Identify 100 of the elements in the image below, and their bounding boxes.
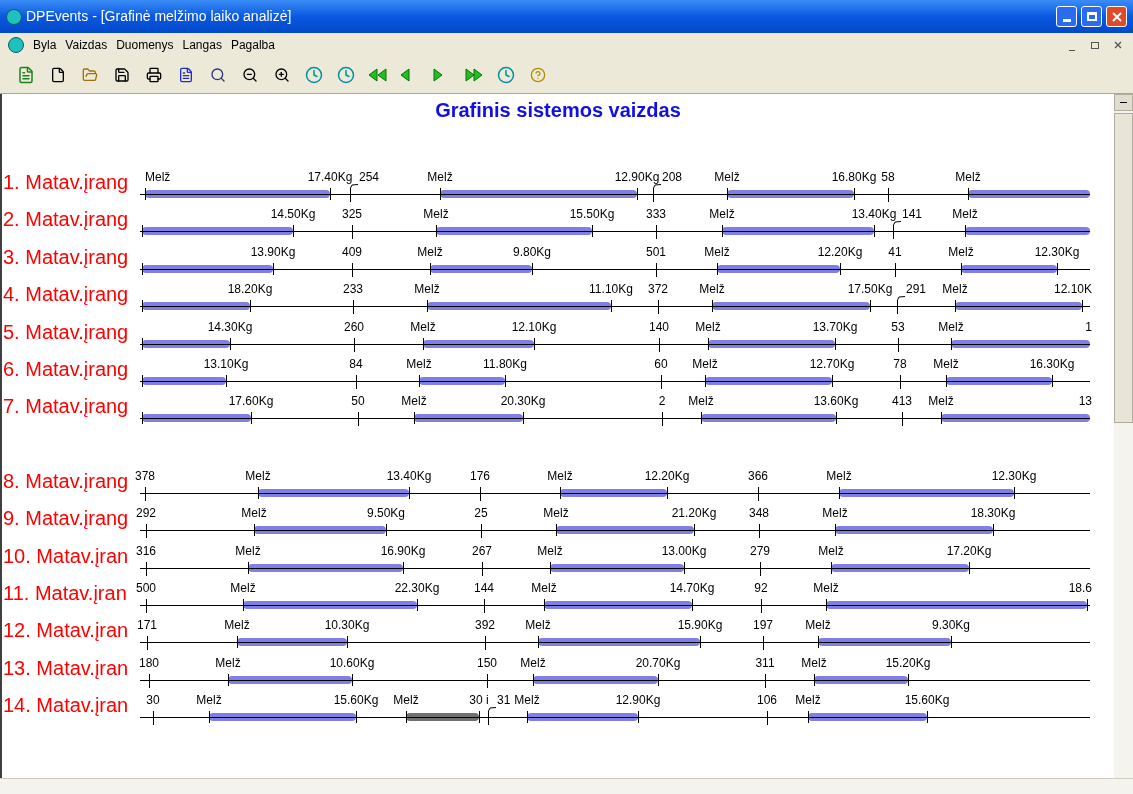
- device-label: 1. Matav.įrang: [2, 170, 130, 195]
- timeline-label: Melž: [414, 283, 440, 297]
- device-label: 4. Matav.įrang: [2, 282, 130, 308]
- timeline-label: 12.30Kg: [991, 469, 1037, 483]
- timeline-label: 15.20Kg: [885, 656, 931, 670]
- timeline-label: 140: [649, 320, 669, 334]
- menu-item[interactable]: Byla: [33, 36, 57, 54]
- timeline-label: Melž: [952, 208, 978, 222]
- timeline-label: 12.20Kg: [644, 469, 690, 483]
- timeline-label: 141: [902, 208, 923, 222]
- timeline-label: 292: [136, 507, 156, 521]
- leader-line: [897, 296, 905, 301]
- timeline-label: 12.70Kg: [809, 357, 855, 371]
- timeline-label: 176: [470, 469, 490, 483]
- timeline-label: 16.80Kg: [831, 171, 877, 184]
- timeline-label: 13.40Kg: [386, 469, 432, 483]
- timeline-label: 325: [342, 208, 362, 222]
- minimize-button[interactable]: [1056, 6, 1077, 27]
- timeline-label: 30: [146, 694, 160, 708]
- vertical-scrollbar[interactable]: [1114, 94, 1133, 778]
- device-label: 2. Matav.įrang: [2, 207, 130, 233]
- menu-item[interactable]: Duomenys: [116, 36, 174, 54]
- timeline-label: 41: [888, 245, 902, 259]
- timeline-label: Melž: [818, 544, 844, 558]
- timeline-label: Melž: [537, 544, 563, 558]
- timeline-label: Melž: [423, 208, 449, 222]
- device-label: 7. Matav.įrang: [2, 394, 130, 420]
- timeline-label: 197: [753, 619, 773, 633]
- device-label: 6. Matav.įrang: [2, 356, 130, 382]
- app-logo-icon: [8, 37, 24, 53]
- timeline-label: 333: [646, 208, 666, 222]
- timeline-label: 17.40Kg: [307, 171, 353, 184]
- menu-item[interactable]: Vaizdas: [65, 36, 108, 54]
- timeline-label: 233: [343, 283, 363, 297]
- timeline-label: 17.60Kg: [228, 395, 274, 409]
- timeline-label: 12.20Kg: [817, 245, 863, 259]
- timeline-label: Melž: [525, 619, 551, 633]
- timeline-label: 10.30Kg: [324, 619, 370, 633]
- timeline-label: Melž: [928, 395, 954, 409]
- close-button[interactable]: [1106, 6, 1127, 27]
- device-label: 3. Matav.įrang: [2, 244, 130, 270]
- timeline-label: 279: [750, 544, 770, 558]
- menu-item[interactable]: Langas: [182, 36, 222, 54]
- timeline-label: 15.60Kg: [904, 694, 950, 708]
- timeline-label: Melž: [514, 694, 540, 708]
- leader-line: [653, 184, 661, 188]
- timeline-label: Melž: [145, 171, 171, 184]
- horizontal-scrollbar[interactable]: [0, 778, 1133, 794]
- close-icon: [1111, 11, 1122, 22]
- timeline-label: 11.10Kg: [589, 283, 633, 297]
- timeline-label: Melž: [826, 469, 852, 483]
- timeline-label: 25: [474, 507, 488, 521]
- timeline-label: 348: [749, 507, 769, 521]
- timeline-label: 150: [477, 656, 497, 670]
- timeline-label: 413: [892, 395, 912, 409]
- timeline-label: 171: [137, 619, 157, 633]
- timeline-label: Melž: [948, 245, 974, 259]
- timeline-label: 13.40Kg: [851, 208, 897, 222]
- timeline-label: 18.6: [1068, 581, 1092, 595]
- timeline-label: 18.20Kg: [227, 283, 273, 297]
- timeline-label: 14.70Kg: [669, 581, 715, 595]
- timeline-label: 260: [344, 320, 364, 334]
- timeline-label: Melž: [709, 208, 735, 222]
- timeline-label: 12.90Kg: [614, 171, 660, 184]
- timeline-label: Melž: [714, 171, 740, 184]
- timeline-label: 501: [646, 245, 666, 259]
- timeline-label: Melž: [692, 357, 718, 371]
- timeline-label: 14.50Kg: [270, 208, 316, 222]
- timeline-label: 22.30Kg: [394, 581, 440, 595]
- timeline-label: Melž: [393, 694, 419, 708]
- timeline-label: 30 i: [469, 694, 489, 708]
- timeline-label: Melž: [933, 357, 959, 371]
- timeline-label: 9.50Kg: [367, 507, 405, 521]
- timeline-label: Melž: [531, 581, 557, 595]
- timeline-label: 17.20Kg: [946, 544, 992, 558]
- timeline-label: 500: [136, 581, 156, 595]
- timeline-label: 254: [359, 171, 380, 184]
- timeline-label: Melž: [547, 469, 573, 483]
- maximize-button[interactable]: [1081, 6, 1102, 27]
- timeline-label: Melž: [406, 357, 432, 371]
- timeline-label: 9.80Kg: [513, 245, 551, 259]
- restore-button[interactable]: [1088, 39, 1102, 51]
- timeline-label: 180: [139, 656, 159, 670]
- menu-item[interactable]: Pagalba: [230, 36, 275, 54]
- timeline-label: 78: [893, 357, 907, 371]
- timeline-label: 144: [474, 581, 494, 595]
- device-label: 14. Matav.įran: [2, 693, 130, 719]
- timeline-label: 13: [1078, 395, 1092, 409]
- timeline-label: Melž: [813, 581, 839, 595]
- chart-title: Grafinis sistemos vaizdas: [435, 98, 681, 123]
- timeline-label: 12.90Kg: [615, 694, 661, 708]
- timeline-label: 267: [472, 544, 492, 558]
- timeline-label: Melž: [699, 283, 725, 297]
- timeline-label: 208: [662, 171, 683, 184]
- timeline-label: Melž: [695, 320, 721, 334]
- timeline-label: Melž: [401, 395, 427, 409]
- timeline-label: 84: [349, 357, 363, 371]
- timeline-label: 58: [881, 171, 895, 184]
- timeline-label: Melž: [704, 245, 730, 259]
- timeline-label: 16.30Kg: [1029, 357, 1075, 371]
